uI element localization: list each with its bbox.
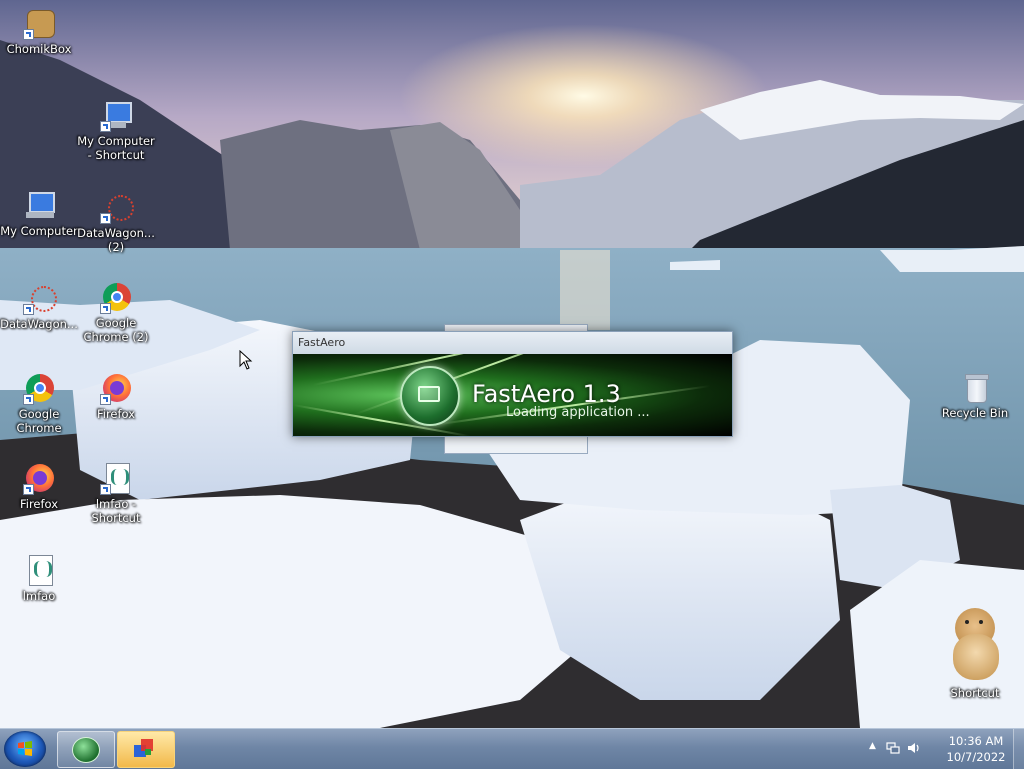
- desktop-icon-hamster-shortcut[interactable]: Shortcut: [936, 604, 1014, 700]
- desktop-icon-my-computer[interactable]: My Computer: [0, 190, 78, 238]
- recycle-bin-icon: [959, 372, 991, 404]
- mouse-cursor-icon: [239, 350, 253, 370]
- script-file-icon: [100, 463, 132, 495]
- desktop-icon-label: DataWagon... (2): [77, 226, 155, 254]
- chrome-icon: [23, 373, 55, 405]
- datawagon-icon: [23, 283, 57, 315]
- desktop-icon-recycle-bin[interactable]: Recycle Bin: [936, 372, 1014, 420]
- desktop-icon-label: My Computer: [0, 224, 78, 238]
- desktop-icon-google-chrome[interactable]: Google Chrome: [0, 373, 78, 435]
- desktop-icon-google-chrome-2[interactable]: Google Chrome (2): [77, 282, 155, 344]
- desktop-icon-label: Recycle Bin: [941, 406, 1009, 420]
- notification-area: ▲ 10:36 AM 10/7/2022: [854, 729, 1024, 769]
- splash-title[interactable]: FastAero: [293, 332, 732, 354]
- desktop-icon-label: Shortcut: [950, 686, 1000, 700]
- script-file-icon: [23, 555, 55, 587]
- computer-icon: [100, 100, 132, 132]
- datawagon-icon: [134, 739, 156, 759]
- desktop-icon-label: lmfao - Shortcut: [91, 497, 141, 525]
- desktop-icon-label: DataWagon...: [0, 317, 78, 331]
- desktop-icon-firefox-b[interactable]: Firefox: [0, 463, 78, 511]
- desktop-icon-firefox-a[interactable]: Firefox: [77, 373, 155, 421]
- hamster-icon: [23, 8, 55, 40]
- taskbar-button-fastaero[interactable]: [57, 731, 115, 768]
- desktop-icon-lmfao-shortcut[interactable]: lmfao - Shortcut: [77, 463, 155, 525]
- network-icon[interactable]: [886, 741, 900, 755]
- splash-status-text: Loading application ...: [506, 405, 650, 420]
- desktop-icon-my-computer-shortcut[interactable]: My Computer - Shortcut: [77, 100, 155, 162]
- desktop-icon-datawagon-2[interactable]: DataWagon... (2): [77, 192, 155, 254]
- fastaero-splash-window[interactable]: FastAero FastAero 1.3 Loading applicatio…: [292, 331, 733, 437]
- taskbar: ▲ 10:36 AM 10/7/2022: [0, 728, 1024, 769]
- firefox-icon: [23, 463, 55, 495]
- desktop-icon-label: ChomikBox: [6, 42, 72, 56]
- desktop-icon-label: Firefox: [96, 407, 136, 421]
- desktop-icon-label: Firefox: [19, 497, 59, 511]
- show-hidden-icons-icon[interactable]: ▲: [869, 741, 876, 751]
- taskbar-button-datawagon[interactable]: [117, 731, 175, 768]
- show-desktop-button[interactable]: [1013, 729, 1024, 769]
- windows-logo-icon: [18, 741, 32, 756]
- chrome-icon: [100, 282, 132, 314]
- splash-product-name: FastAero 1.3: [472, 380, 621, 408]
- hamster-icon: [945, 604, 1005, 684]
- splash-banner: FastAero 1.3 Loading application ...: [293, 354, 732, 436]
- datawagon-icon: [100, 192, 134, 224]
- volume-icon[interactable]: [907, 741, 921, 755]
- desktop-icon-datawagon[interactable]: DataWagon...: [0, 283, 78, 331]
- desktop-icon-lmfao[interactable]: lmfao: [0, 555, 78, 603]
- desktop-icon-label: Google Chrome (2): [83, 316, 149, 344]
- clock[interactable]: 10:36 AM 10/7/2022: [942, 733, 1010, 765]
- desktop-icon-label: My Computer - Shortcut: [77, 134, 155, 162]
- fastaero-logo-icon: [400, 366, 460, 426]
- fastaero-icon: [72, 737, 100, 763]
- desktop-icon-label: Google Chrome: [16, 407, 62, 435]
- clock-time: 10:36 AM: [948, 734, 1004, 748]
- clock-date: 10/7/2022: [946, 750, 1006, 764]
- desktop-icon-label: lmfao: [22, 589, 56, 603]
- firefox-icon: [100, 373, 132, 405]
- desktop-icon-chomikbox[interactable]: ChomikBox: [0, 8, 78, 56]
- computer-icon: [23, 190, 55, 222]
- start-button[interactable]: [4, 731, 46, 767]
